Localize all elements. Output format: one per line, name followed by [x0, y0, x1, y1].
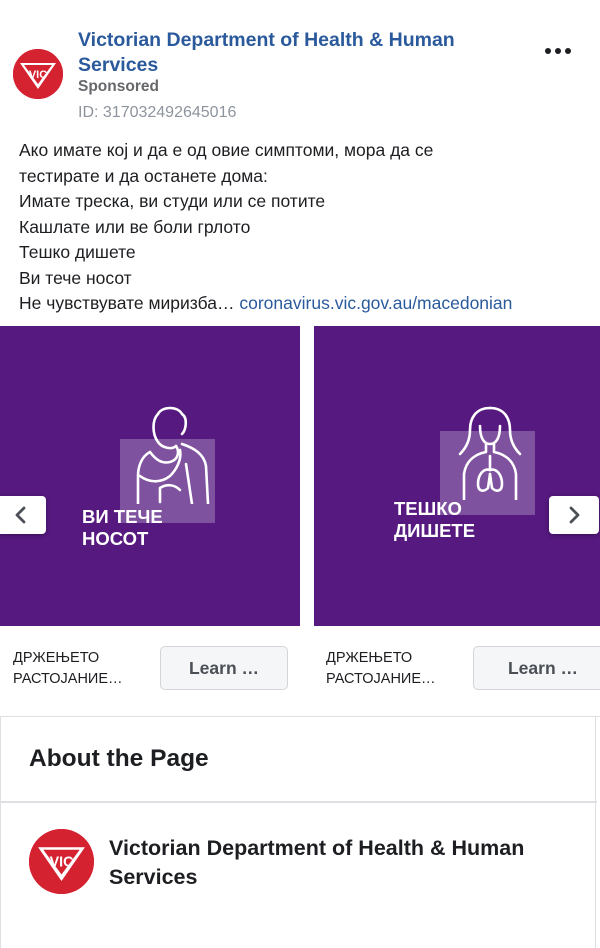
carousel[interactable]: ВИ ТЕЧЕ НОСОТ ДРЖЕЊЕТО РАСТОЈАНИЕ… Learn…	[0, 326, 600, 696]
logo-text: VIC	[29, 69, 47, 81]
card-headline: ТЕШКО ДИШЕТЕ	[394, 498, 476, 541]
vic-logo-icon: VIC	[13, 49, 63, 99]
learn-more-button[interactable]: Learn …	[473, 646, 600, 690]
card-caption: ДРЖЕЊЕТО РАСТОЈАНИЕ…	[13, 650, 123, 687]
post-body-text: Ако имате кој и да е од овие симптоми, м…	[19, 138, 594, 317]
chevron-left-icon	[15, 506, 26, 524]
post-header: VIC Victorian Department of Health & Hum…	[0, 0, 600, 130]
post-text-line: Кашлате или ве боли грлото	[19, 216, 251, 237]
card-image[interactable]: ВИ ТЕЧЕ НОСОТ	[0, 326, 300, 626]
post-text-line: Ако имате кој и да е од овие симптоми, м…	[19, 140, 434, 160]
carousel-next-button[interactable]	[549, 496, 599, 534]
sponsored-label: Sponsored	[78, 78, 159, 95]
card-caption: ДРЖЕЊЕТО РАСТОЈАНИЕ…	[326, 650, 436, 687]
vic-logo-icon: VIC	[29, 829, 94, 894]
card-footer: ДРЖЕЊЕТО РАСТОЈАНИЕ… Learn …	[314, 644, 600, 696]
more-options-button[interactable]	[538, 36, 578, 66]
about-page-card: About the Page VIC Victorian Department …	[0, 717, 597, 948]
post-text-line: Ви тече носот	[19, 267, 132, 288]
see-more-text[interactable]: Не чувствувате миризба…	[19, 293, 235, 313]
page-avatar[interactable]: VIC	[13, 49, 63, 99]
card-headline: ВИ ТЕЧЕ НОСОТ	[82, 506, 163, 549]
post-text-line: Имате треска, ви студи или се потите	[19, 191, 326, 211]
logo-text: VIC	[50, 855, 74, 871]
learn-more-button[interactable]: Learn …	[160, 646, 288, 690]
card-image[interactable]: ТЕШКО ДИШЕТЕ	[314, 326, 600, 626]
person-lungs-icon	[458, 406, 522, 500]
post-text-line: Тешко дишете	[19, 242, 136, 262]
chevron-right-icon	[569, 506, 580, 524]
page-name-link[interactable]: Victorian Department of Health & Human S…	[78, 28, 518, 78]
about-page-avatar[interactable]: VIC	[29, 829, 94, 894]
post-text-line: тестирате и да останете дома:	[19, 165, 268, 186]
post-text-last-line: Не чувствувате миризба… coronavirus.vic.…	[19, 291, 594, 317]
post-link[interactable]: coronavirus.vic.gov.au/macedonian	[239, 293, 512, 313]
about-page-name[interactable]: Victorian Department of Health & Human S…	[109, 834, 579, 892]
carousel-card[interactable]: ВИ ТЕЧЕ НОСОТ ДРЖЕЊЕТО РАСТОЈАНИЕ… Learn…	[0, 326, 300, 696]
about-page-section: About the Page VIC Victorian Department …	[0, 716, 600, 948]
more-horizontal-icon	[545, 48, 551, 54]
about-title: About the Page	[29, 745, 209, 772]
ad-id: ID: 317032492645016	[78, 104, 237, 121]
person-sneezing-icon	[136, 406, 210, 504]
card-footer: ДРЖЕЊЕТО РАСТОЈАНИЕ… Learn …	[13, 644, 300, 696]
divider	[1, 801, 597, 803]
carousel-prev-button[interactable]	[0, 496, 46, 534]
